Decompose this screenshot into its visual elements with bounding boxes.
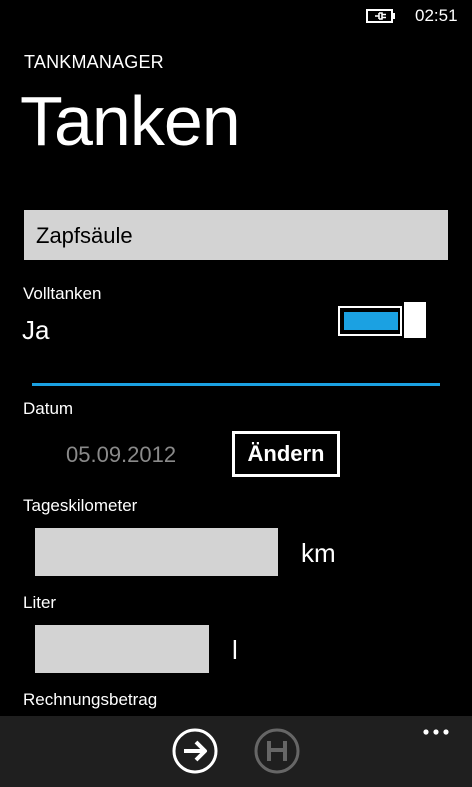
- more-dots-icon[interactable]: [420, 722, 456, 742]
- battery-charging-icon: [366, 9, 395, 23]
- arrow-right-circle-icon[interactable]: [171, 727, 219, 775]
- tageskilometer-label: Tageskilometer: [23, 496, 138, 515]
- datum-label: Datum: [23, 399, 74, 418]
- volltanken-value: Ja: [22, 315, 50, 345]
- app-title: TANKMANAGER: [24, 52, 164, 72]
- status-clock: 02:51: [415, 6, 458, 25]
- rechnungsbetrag-label: Rechnungsbetrag: [23, 690, 158, 709]
- change-date-button[interactable]: Ändern: [232, 431, 340, 477]
- tageskilometer-input[interactable]: [35, 528, 278, 576]
- volltanken-label: Volltanken: [23, 284, 102, 303]
- page-title: Tanken: [20, 82, 241, 160]
- liter-input[interactable]: [35, 625, 209, 673]
- pump-select[interactable]: Zapfsäule: [24, 210, 448, 260]
- toggle-fill: [344, 312, 398, 330]
- km-unit: km: [301, 538, 336, 568]
- status-bar: 02:51: [0, 0, 472, 32]
- save-disk-icon[interactable]: [253, 727, 301, 775]
- divider: [32, 383, 440, 386]
- volltanken-toggle[interactable]: [338, 302, 428, 338]
- date-value: 05.09.2012: [66, 442, 177, 467]
- liter-unit: l: [232, 635, 238, 665]
- toggle-thumb[interactable]: [404, 302, 426, 338]
- liter-label: Liter: [23, 593, 57, 612]
- app-bar: [0, 716, 472, 787]
